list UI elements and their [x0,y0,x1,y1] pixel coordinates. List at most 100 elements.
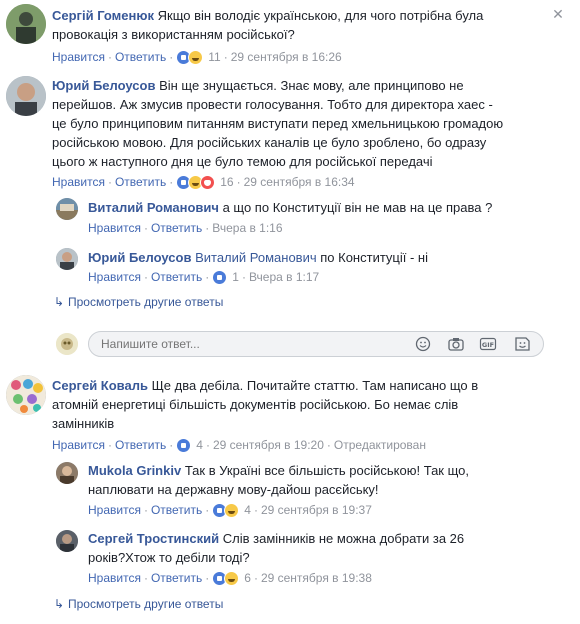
more-replies-link[interactable]: ↳ Просмотреть другие ответы [54,597,223,611]
reply-link[interactable]: Ответить [151,270,202,284]
separator: · [326,438,331,452]
reply-actions: Нравится · Ответить · 4 · 29 сентября в 19:37 [88,501,372,519]
separator: · [223,50,228,64]
comment-text-line: цього ж наступного дня це було темою для… [52,154,433,169]
comment-author[interactable]: Сергій Гоменюк [52,8,154,23]
avatar [56,333,78,355]
comment-author[interactable]: Сергей Коваль [52,378,148,393]
timestamp[interactable]: 29 сентября в 16:26 [231,50,342,64]
avatar[interactable] [56,248,78,270]
reply-text-line: наплювати на державну мову-дайош расєйсь… [88,482,379,497]
separator: · [143,221,148,235]
edited-label[interactable]: Отредактирован [334,438,426,452]
separator: · [107,50,112,64]
comment-text-line: Він ще знущається. Знає мову, але принци… [159,78,464,93]
reply-link[interactable]: Ответить [151,221,202,235]
reply-text-line: Слів замінників не можна добрати за 26 [222,531,465,546]
comment-actions: Нравится · Ответить · 16 · 29 сентября в 16:34 [52,173,355,191]
timestamp[interactable]: 29 сентября в 19:38 [261,571,372,585]
reply-input-box[interactable]: GIF [88,331,544,357]
reaction-count[interactable]: 4 [244,503,251,517]
reply-author[interactable]: Юрий Белоусов [88,250,191,265]
sticker-icon[interactable] [513,336,531,352]
reactions[interactable] [212,503,240,519]
camera-icon[interactable] [447,336,465,352]
comment-body: Сергій Гоменюк Якщо він володіє українсь… [52,6,542,44]
separator: · [241,270,246,284]
reactions[interactable] [212,571,240,587]
reactions[interactable] [176,50,204,66]
reply-actions: Нравится · Ответить · 6 · 29 сентября в 19:38 [88,569,372,587]
comment-actions: Нравится · Ответить · 4 · 29 сентября в 19:20 ·… [52,436,426,454]
avatar[interactable] [56,530,78,552]
more-replies-link[interactable]: ↳ Просмотреть другие ответы [54,295,223,309]
timestamp[interactable]: 29 сентября в 19:37 [261,503,372,517]
comment-text-line: Якщо він володіє українською, для чого п… [157,8,484,23]
reply-mention[interactable]: Виталий Романович [195,250,317,265]
like-link[interactable]: Нравится [52,438,105,452]
emoji-icon[interactable] [414,336,432,352]
reply-author[interactable]: Mukola Grinkiv [88,463,181,478]
separator: · [169,50,174,64]
reply-link[interactable]: Ответить [151,571,202,585]
separator: · [169,175,174,189]
reaction-count[interactable]: 11 [208,50,220,64]
comment-text-line: Ще два дебіла. Почитайте статтю. Там нап… [151,378,479,393]
separator: · [143,270,148,284]
reactions[interactable] [176,438,192,454]
reply-link[interactable]: Ответить [151,503,202,517]
reply-input[interactable] [99,336,403,352]
timestamp[interactable]: 29 сентября в 19:20 [213,438,324,452]
separator: · [205,438,210,452]
reply-body: Виталий Романович а що по Конституції ві… [88,198,548,217]
reply-text: по Конституції - ні [320,250,428,265]
timestamp[interactable]: Вчера в 1:17 [249,270,319,284]
more-replies-label[interactable]: Просмотреть другие ответы [68,295,223,309]
like-link[interactable]: Нравится [52,175,105,189]
reactions[interactable] [176,175,216,191]
separator: · [236,175,241,189]
separator: · [253,571,258,585]
timestamp[interactable]: 29 сентября в 16:34 [244,175,355,189]
reply-body: Mukola Grinkiv Так в Україні все більшіс… [88,461,548,499]
close-icon[interactable]: ✕ [552,7,564,21]
reply-body: Сергей Тростинский Слів замінників не мо… [88,529,548,567]
reply-actions: Нравится · Ответить · Вчера в 1:16 [88,219,283,237]
separator: · [143,503,148,517]
reply-link[interactable]: Ответить [115,50,166,64]
love-reaction-icon [200,175,216,191]
more-replies-label[interactable]: Просмотреть другие ответы [68,597,223,611]
reply-body: Юрий Белоусов Виталий Романович по Конст… [88,248,548,267]
like-link[interactable]: Нравится [88,503,141,517]
reaction-count[interactable]: 1 [232,270,239,284]
like-link[interactable]: Нравится [88,571,141,585]
comment-body: Юрий Белоусов Він ще знущається. Знає мо… [52,76,552,171]
avatar[interactable] [6,4,46,44]
separator: · [107,175,112,189]
separator: · [143,571,148,585]
avatar[interactable] [56,462,78,484]
timestamp[interactable]: Вчера в 1:16 [212,221,282,235]
avatar[interactable] [56,198,78,220]
avatar[interactable] [6,375,46,415]
reactions[interactable] [212,270,228,286]
avatar[interactable] [6,76,46,116]
reply-link[interactable]: Ответить [115,438,166,452]
like-link[interactable]: Нравится [88,270,141,284]
reply-text-line: Так в Україні все більшість російською! … [184,463,469,478]
gif-icon[interactable]: GIF [479,336,497,352]
comment-text-line: атомній енергетиці більшість документів … [52,397,459,412]
comment-author[interactable]: Юрий Белоусов [52,78,155,93]
like-link[interactable]: Нравится [88,221,141,235]
reaction-count[interactable]: 6 [244,571,251,585]
reply-link[interactable]: Ответить [115,175,166,189]
comment-text-line: перейшов. Аж змусив провести голосування… [52,97,493,112]
haha-reaction-icon [224,571,240,587]
haha-reaction-icon [188,50,204,66]
reply-author[interactable]: Виталий Романович [88,200,219,215]
like-link[interactable]: Нравится [52,50,105,64]
reaction-count[interactable]: 4 [196,438,203,452]
reaction-count[interactable]: 16 [220,175,233,189]
reply-author[interactable]: Сергей Тростинский [88,531,219,546]
comment-text-line: це було принциповим питанням виступати п… [52,116,504,131]
